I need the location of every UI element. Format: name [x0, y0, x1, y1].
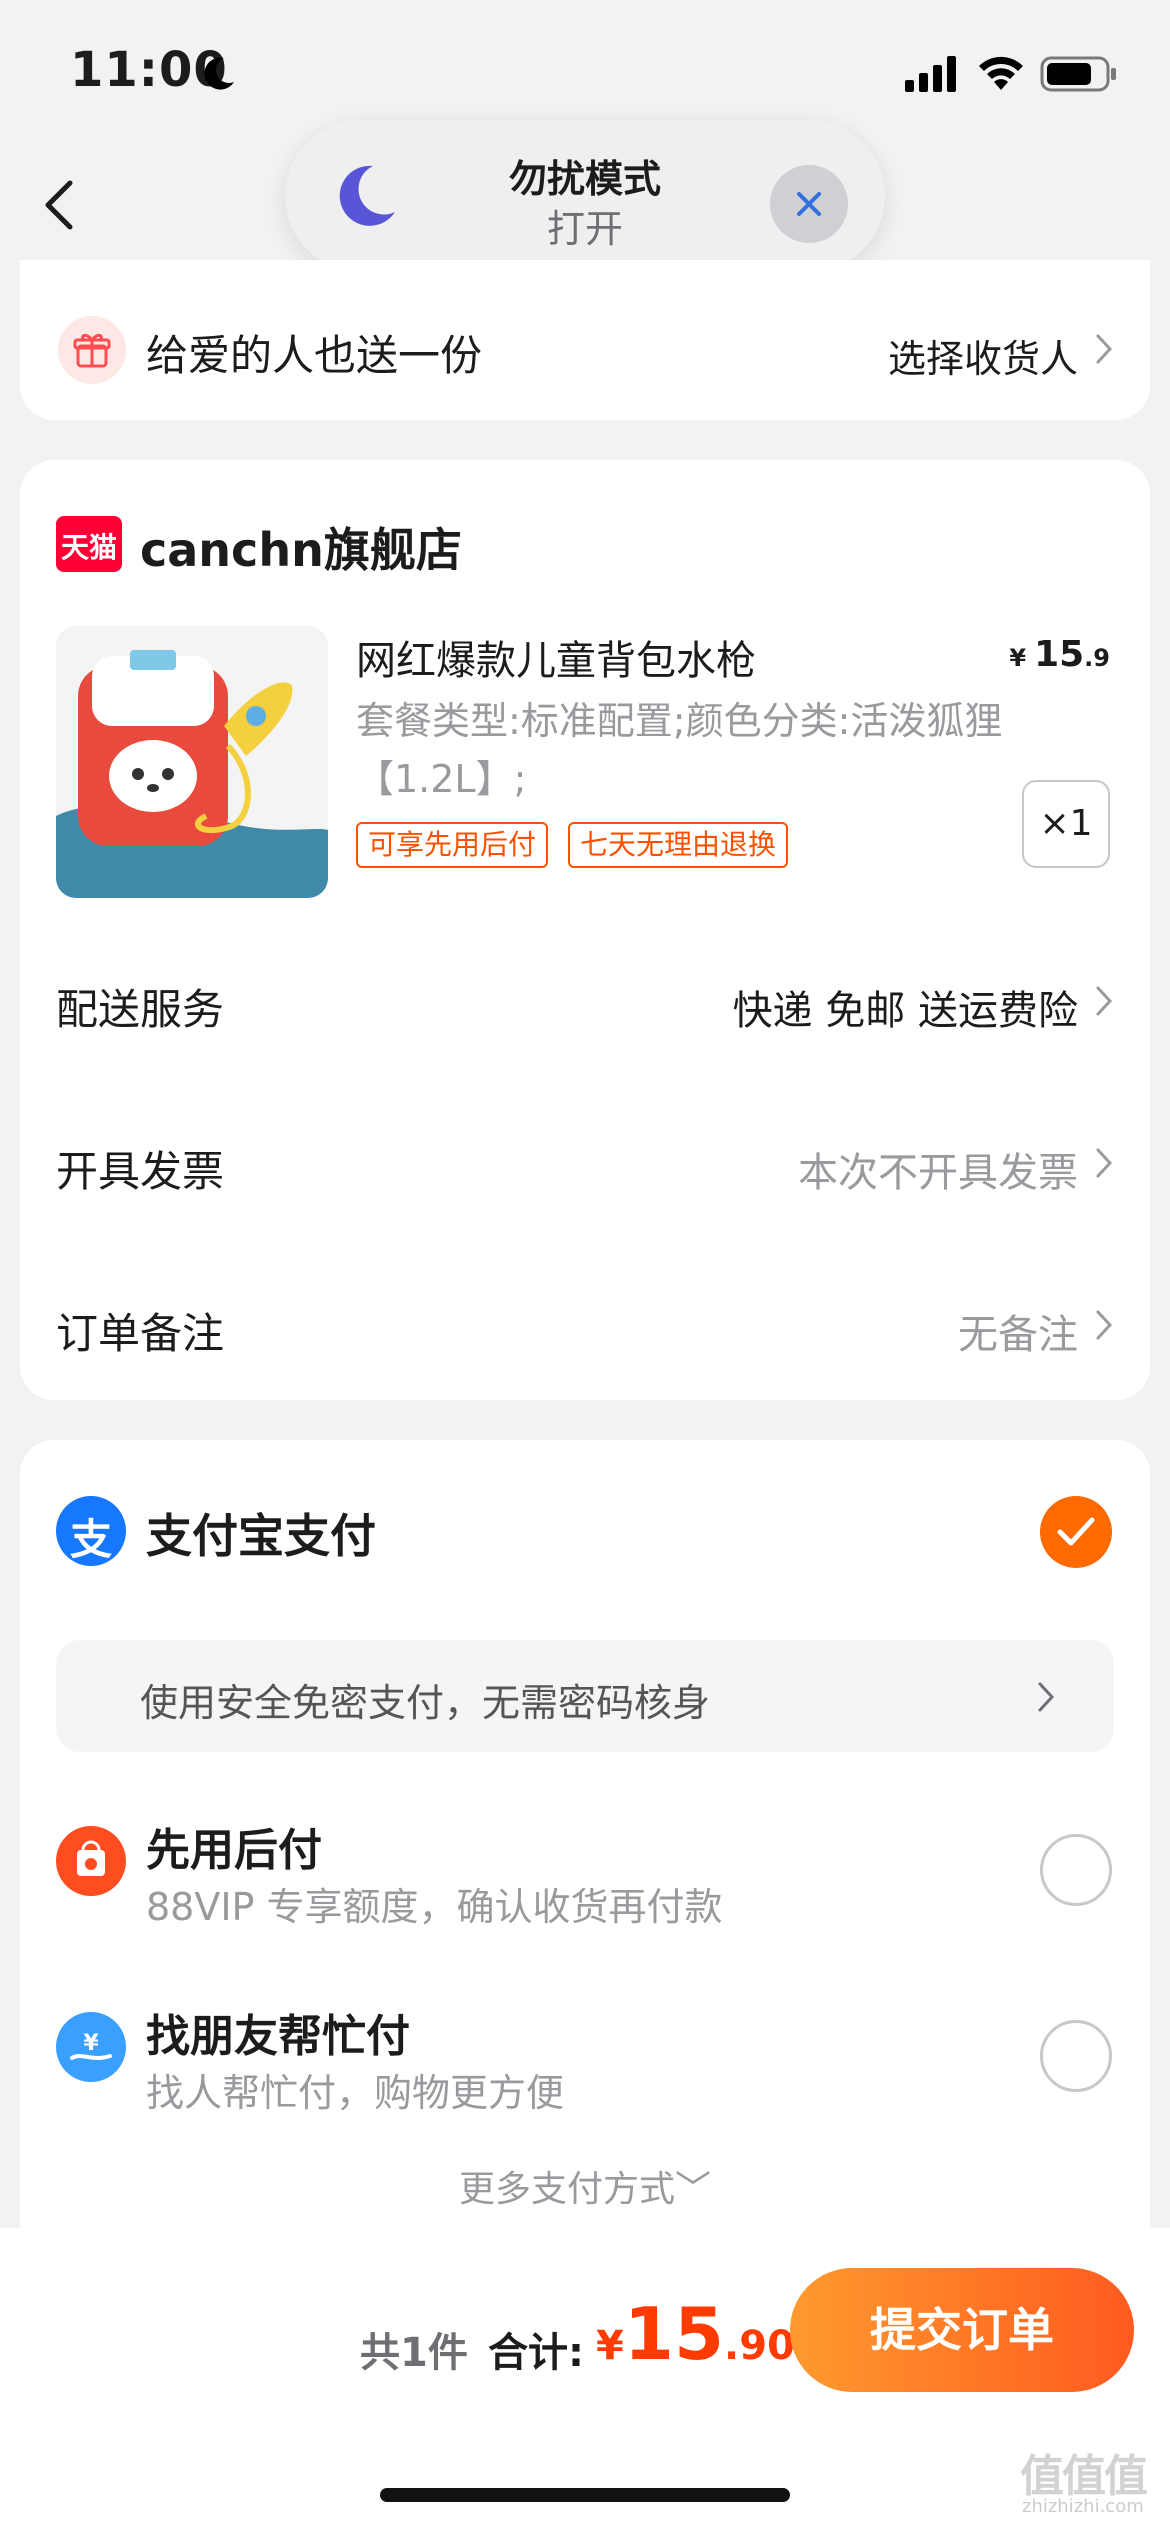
secure-pay-banner[interactable]: 使用安全免密支付，无需密码核身 — [56, 1640, 1114, 1752]
submit-order-button[interactable]: 提交订单 — [790, 2268, 1134, 2392]
row-invoice[interactable]: 开具发票 本次不开具发票 — [20, 1112, 1150, 1212]
more-payment-methods[interactable]: 更多支付方式﹀ — [20, 2160, 1150, 2212]
home-indicator[interactable] — [380, 2488, 790, 2502]
checkmark-icon — [1057, 1517, 1095, 1546]
bottom-bar: 共1件 合计: ¥15.90 提交订单 — [0, 2228, 1170, 2532]
svg-text:¥: ¥ — [83, 2031, 99, 2056]
dnd-notification[interactable]: 勿扰模式 打开 — [285, 120, 885, 272]
row-delivery[interactable]: 配送服务 快递 免邮 送运费险 — [20, 950, 1150, 1050]
close-icon — [797, 192, 821, 216]
total-label: 合计: — [488, 2330, 584, 2376]
gift-icon — [58, 316, 126, 384]
tmall-logo: 天猫 — [56, 516, 122, 572]
product-price: ¥15.9 — [1009, 634, 1110, 675]
secure-pay-text: 使用安全免密支付，无需密码核身 — [140, 1681, 711, 1725]
product-image[interactable] — [56, 626, 328, 898]
tag-pay-later: 可享先用后付 — [356, 822, 549, 868]
row-order-note[interactable]: 订单备注 无备注 — [20, 1274, 1150, 1374]
row-label: 开具发票 — [56, 1147, 225, 1196]
row-value: 本次不开具发票 — [798, 1150, 1078, 1196]
quantity-button[interactable]: ×1 — [1022, 780, 1110, 868]
pay-later-radio[interactable] — [1040, 1834, 1112, 1906]
pay-later-title[interactable]: 先用后付 — [146, 1814, 322, 1878]
alipay-icon: 支 — [56, 1496, 126, 1566]
row-label: 订单备注 — [56, 1309, 225, 1358]
item-count: 共1件 — [360, 2330, 468, 2376]
wifi-icon — [979, 56, 1023, 90]
product-spec: 套餐类型:标准配置;颜色分类:活泼狐狸【1.2L】; — [356, 699, 1003, 801]
pay-later-icon — [56, 1826, 126, 1896]
chevron-right-icon — [1096, 334, 1113, 364]
product-title[interactable]: 网红爆款儿童背包水枪 — [356, 628, 756, 686]
total-price: ¥15.90 — [596, 2292, 795, 2376]
row-value: 无备注 — [958, 1312, 1078, 1358]
shop-order-card: 天猫 canchn旗舰店 网红爆款儿童背包水枪 套餐类型:标准配置;颜色分类:活… — [20, 460, 1150, 1400]
friend-pay-subtitle: 找人帮忙付，购物更方便 — [146, 2071, 565, 2115]
gift-card[interactable]: 给爱的人也送一份 选择收货人 — [20, 260, 1150, 420]
tag-return-policy: 七天无理由退换 — [568, 822, 789, 868]
pay-later-subtitle: 88VIP 专享额度，确认收货再付款 — [146, 1885, 723, 1929]
friend-pay-radio[interactable] — [1040, 2020, 1112, 2092]
chevron-right-icon — [1096, 1148, 1113, 1178]
alipay-label[interactable]: 支付宝支付 — [146, 1500, 376, 1566]
friend-pay-icon: ¥ — [56, 2012, 126, 2082]
shop-name[interactable]: canchn旗舰店 — [140, 514, 462, 580]
gift-label: 给爱的人也送一份 — [146, 331, 483, 380]
alipay-selected-check[interactable] — [1040, 1496, 1112, 1568]
moon-icon — [204, 57, 234, 90]
back-icon[interactable] — [40, 175, 80, 235]
watermark-url: zhizhizhi.com — [1022, 2496, 1144, 2517]
friend-pay-title[interactable]: 找朋友帮忙付 — [146, 2000, 410, 2064]
row-value: 快递 免邮 送运费险 — [732, 988, 1078, 1034]
row-label: 配送服务 — [56, 985, 225, 1034]
select-recipient-link[interactable]: 选择收货人 — [888, 328, 1078, 383]
battery-icon — [1040, 56, 1116, 92]
chevron-right-icon — [1096, 1310, 1113, 1340]
chevron-right-icon — [1096, 986, 1113, 1016]
dnd-close-button[interactable] — [770, 165, 848, 243]
chevron-right-icon — [1038, 1682, 1055, 1712]
signal-icon — [905, 56, 956, 92]
watermark-logo: 值值值 — [1020, 2451, 1148, 2502]
